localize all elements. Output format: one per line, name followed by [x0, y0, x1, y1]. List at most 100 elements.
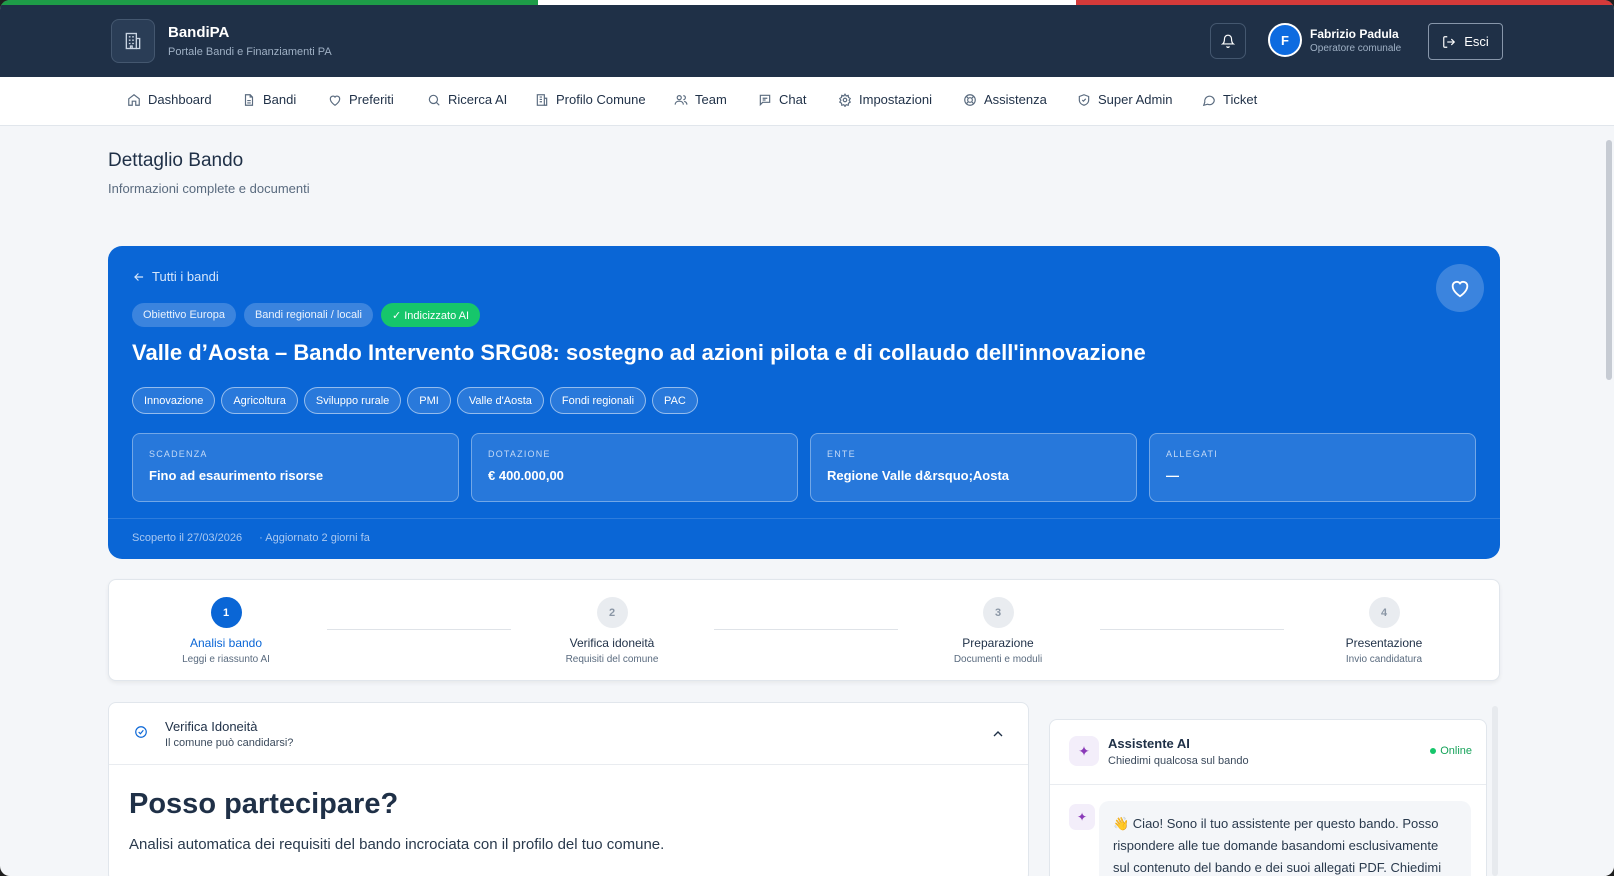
tag-list: Innovazione Agricoltura Sviluppo rurale …: [132, 387, 698, 414]
step-verifica-idoneita[interactable]: 2 Verifica idoneità Requisiti del comune: [522, 597, 702, 665]
nav-label: Ticket: [1223, 92, 1258, 107]
stat-value: € 400.000,00: [488, 468, 564, 483]
stat-value: Regione Valle d&rsquo;Aosta: [827, 468, 1010, 483]
top-bar: BandiPA Portale Bandi e Finanziamenti PA…: [0, 0, 1614, 77]
arrow-left-icon: [134, 272, 144, 281]
step-connector: [714, 629, 898, 630]
nav-label: Profilo Comune: [556, 92, 646, 107]
step-analisi-bando[interactable]: 1 Analisi bando Leggi e riassunto AI: [136, 597, 316, 665]
page-title: Dettaglio Bando: [108, 150, 244, 171]
step-connector: [1100, 629, 1284, 630]
page-scrollbar-thumb[interactable]: [1606, 140, 1612, 380]
nav-item-impostazioni[interactable]: Impostazioni: [838, 92, 932, 107]
nav-item-profilo-comune[interactable]: Profilo Comune: [535, 92, 646, 107]
tag[interactable]: Valle d'Aosta: [456, 387, 544, 414]
check-circle-icon: [135, 726, 147, 738]
verifica-subtitle: Il comune può candidarsi?: [165, 737, 294, 749]
category-badge: Obiettivo Europa: [132, 303, 236, 327]
updated-time: · Aggiornato 2 giorni fa: [259, 532, 370, 544]
shield-icon: [1078, 93, 1090, 106]
users-icon: [674, 94, 688, 105]
tag[interactable]: Agricoltura: [221, 387, 298, 414]
nav-item-super-admin[interactable]: Super Admin: [1077, 92, 1172, 107]
step-label: Presentazione: [1345, 636, 1423, 650]
favorite-button[interactable]: [1436, 264, 1484, 312]
assistant-title: Assistente AI: [1108, 736, 1190, 751]
step-preparazione[interactable]: 3 Preparazione Documenti e moduli: [908, 597, 1088, 665]
verifica-panel-header[interactable]: Verifica Idoneità Il comune può candidar…: [109, 703, 1028, 765]
category-badges: Obiettivo Europa Bandi regionali / local…: [132, 303, 481, 327]
stat-dotazione: DOTAZIONE € 400.000,00: [471, 433, 798, 502]
tag[interactable]: Innovazione: [132, 387, 216, 414]
nav-item-ricerca-ai[interactable]: Ricerca AI: [427, 92, 507, 107]
main-nav: Dashboard Bandi Preferiti Ricerca AI Pro…: [0, 77, 1614, 126]
tag[interactable]: Sviluppo rurale: [303, 387, 402, 414]
hero-footer: Scoperto il 27/03/2026 · Aggiornato 2 gi…: [132, 532, 370, 544]
message-circle-icon: [1202, 95, 1215, 106]
avatar: F: [1268, 23, 1302, 57]
stat-value: —: [1166, 468, 1179, 483]
nav-item-assistenza[interactable]: Assistenza: [963, 92, 1047, 107]
document-icon: [244, 93, 254, 106]
step-number: 4: [1368, 597, 1400, 628]
step-sublabel: Requisiti del comune: [565, 654, 659, 665]
search-icon: [428, 94, 440, 106]
nav-item-dashboard[interactable]: Dashboard: [127, 92, 212, 107]
step-label: Preparazione: [962, 636, 1034, 650]
ai-indexed-badge: ✓ Indicizzato AI: [380, 303, 481, 327]
nav-label: Super Admin: [1098, 92, 1173, 107]
step-sublabel: Documenti e moduli: [953, 654, 1043, 665]
divider: [108, 518, 1500, 519]
home-icon: [128, 93, 140, 106]
nav-label: Ricerca AI: [448, 92, 508, 107]
back-link[interactable]: Tutti i bandi: [132, 269, 219, 284]
notifications-button[interactable]: [1210, 23, 1246, 59]
step-label: Verifica idoneità: [569, 636, 655, 650]
brand-title: BandiPA: [168, 24, 230, 41]
logout-button[interactable]: Esci: [1428, 23, 1503, 60]
stat-label: ALLEGATI: [1166, 449, 1218, 459]
status-label: Online: [1440, 745, 1472, 757]
back-link-label: Tutti i bandi: [152, 269, 219, 284]
nav-item-ticket[interactable]: Ticket: [1202, 92, 1257, 107]
nav-item-chat[interactable]: Chat: [758, 92, 806, 107]
nav-item-team[interactable]: Team: [674, 92, 727, 107]
lifebuoy-icon: [964, 93, 976, 106]
user-menu[interactable]: F Fabrizio Padula Operatore comunale: [1268, 23, 1401, 57]
logout-icon: [1443, 35, 1456, 48]
stat-label: ENTE: [827, 449, 856, 459]
verifica-title: Verifica Idoneità: [165, 719, 258, 734]
heart-icon: [1451, 281, 1469, 298]
nav-item-bandi[interactable]: Bandi: [242, 92, 296, 107]
step-number: 3: [982, 597, 1014, 628]
italian-flag-stripe: [0, 0, 1614, 5]
discovered-date: Scoperto il 27/03/2026: [132, 532, 243, 544]
building-logo-icon: [111, 19, 155, 63]
online-status: Online: [1430, 745, 1472, 757]
stat-ente: ENTE Regione Valle d&rsquo;Aosta: [810, 433, 1137, 502]
ai-assistant-panel: ✦ Assistente AI Chiedimi qualcosa sul ba…: [1049, 719, 1487, 876]
tag[interactable]: PMI: [407, 387, 451, 414]
brand[interactable]: BandiPA Portale Bandi e Finanziamenti PA: [111, 19, 332, 63]
logout-label: Esci: [1464, 34, 1489, 49]
stat-label: DOTAZIONE: [488, 449, 551, 459]
stat-scadenza: SCADENZA Fino ad esaurimento risorse: [132, 433, 459, 502]
assistant-scrollbar[interactable]: [1492, 706, 1498, 876]
category-badge: Bandi regionali / locali: [243, 303, 373, 327]
progress-stepper: 1 Analisi bando Leggi e riassunto AI 2 V…: [108, 579, 1500, 681]
nav-label: Chat: [779, 92, 807, 107]
verifica-description: Analisi automatica dei requisiti del ban…: [129, 836, 665, 853]
tag[interactable]: PAC: [652, 387, 698, 414]
tag[interactable]: Fondi regionali: [549, 387, 647, 414]
nav-label: Team: [695, 92, 727, 107]
nav-label: Bandi: [263, 92, 297, 107]
verifica-idoneita-panel: Verifica Idoneità Il comune può candidar…: [108, 702, 1029, 876]
app-window: BandiPA Portale Bandi e Finanziamenti PA…: [0, 0, 1614, 876]
brand-subtitle: Portale Bandi e Finanziamenti PA: [168, 46, 332, 58]
step-presentazione[interactable]: 4 Presentazione Invio candidatura: [1294, 597, 1474, 665]
nav-item-preferiti[interactable]: Preferiti: [328, 92, 394, 107]
status-dot: [1430, 748, 1437, 754]
chevron-up-icon[interactable]: [990, 726, 1006, 742]
bando-title: Valle d’Aosta – Bando Intervento SRG08: …: [132, 340, 1146, 365]
step-sublabel: Invio candidatura: [1345, 654, 1423, 665]
